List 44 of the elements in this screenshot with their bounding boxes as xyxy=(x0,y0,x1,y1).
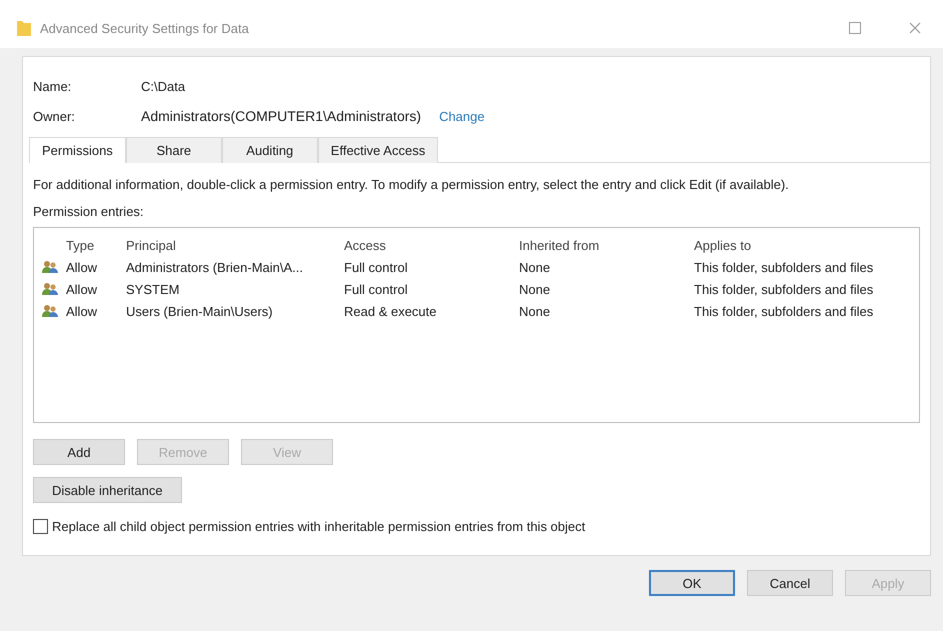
owner-value: Administrators(COMPUTER1\Administrators) xyxy=(141,108,422,124)
table-cell-text: Allow xyxy=(66,282,98,296)
table-cell-text: Users (Brien-Main\Users) xyxy=(126,304,274,318)
table-cell-text: None xyxy=(519,282,552,296)
column-header[interactable]: Access xyxy=(344,238,519,252)
table-cell-text: None xyxy=(519,260,552,274)
column-header[interactable]: Inherited from xyxy=(519,238,694,252)
table-cell-text: Read & execute xyxy=(344,304,438,318)
column-header[interactable]: Principal xyxy=(126,238,344,252)
close-icon[interactable] xyxy=(909,22,921,34)
table-cell-text: Administrators (Brien-Main\A... xyxy=(126,260,304,274)
tab[interactable]: Share xyxy=(126,137,222,163)
info-text: For additional information, double-click a permission entry. To modify a permission entry, select the entry and click Edit (if available). xyxy=(33,177,790,192)
entry-button[interactable]: Add xyxy=(33,439,125,465)
window-title: Advanced Security Settings for Data xyxy=(40,20,249,36)
entries-label: Permission entries: xyxy=(33,204,145,219)
checkbox-label: Replace all child object permission entries with inheritable permission entries from this object xyxy=(52,519,586,534)
column-header[interactable]: Type xyxy=(66,238,126,252)
dialog-button[interactable]: OK xyxy=(649,570,735,596)
name-label: Name: xyxy=(33,78,72,94)
table-cell: This folder, subfolders and files xyxy=(694,260,874,274)
table-cell-text: Full control xyxy=(344,260,409,274)
table-cell-text: Allow xyxy=(66,260,98,274)
table-cell-text: SYSTEM xyxy=(126,282,180,296)
tab[interactable]: Effective Access xyxy=(318,137,438,163)
dialog-button[interactable]: Cancel xyxy=(747,570,833,596)
table-cell-text: Full control xyxy=(344,282,409,296)
name-value: C:\Data xyxy=(141,78,186,94)
folder-icon xyxy=(16,19,32,37)
tab[interactable]: Auditing xyxy=(222,137,318,163)
owner-label: Owner: xyxy=(33,108,76,124)
table-cell: This folder, subfolders and files xyxy=(694,282,874,296)
table-cell-text: None xyxy=(519,304,552,318)
column-header[interactable]: Applies to xyxy=(694,238,752,252)
tab[interactable]: Permissions xyxy=(29,137,126,163)
users-icon xyxy=(42,304,58,318)
table-cell: This folder, subfolders and files xyxy=(694,304,874,318)
disable-inheritance-button[interactable]: Disable inheritance xyxy=(33,477,182,503)
maximize-icon[interactable] xyxy=(849,22,861,34)
users-icon xyxy=(42,260,58,274)
checkbox[interactable] xyxy=(33,519,48,534)
users-icon xyxy=(42,282,58,296)
change-link[interactable]: Change xyxy=(439,108,485,124)
table-cell-text: Allow xyxy=(66,304,98,318)
